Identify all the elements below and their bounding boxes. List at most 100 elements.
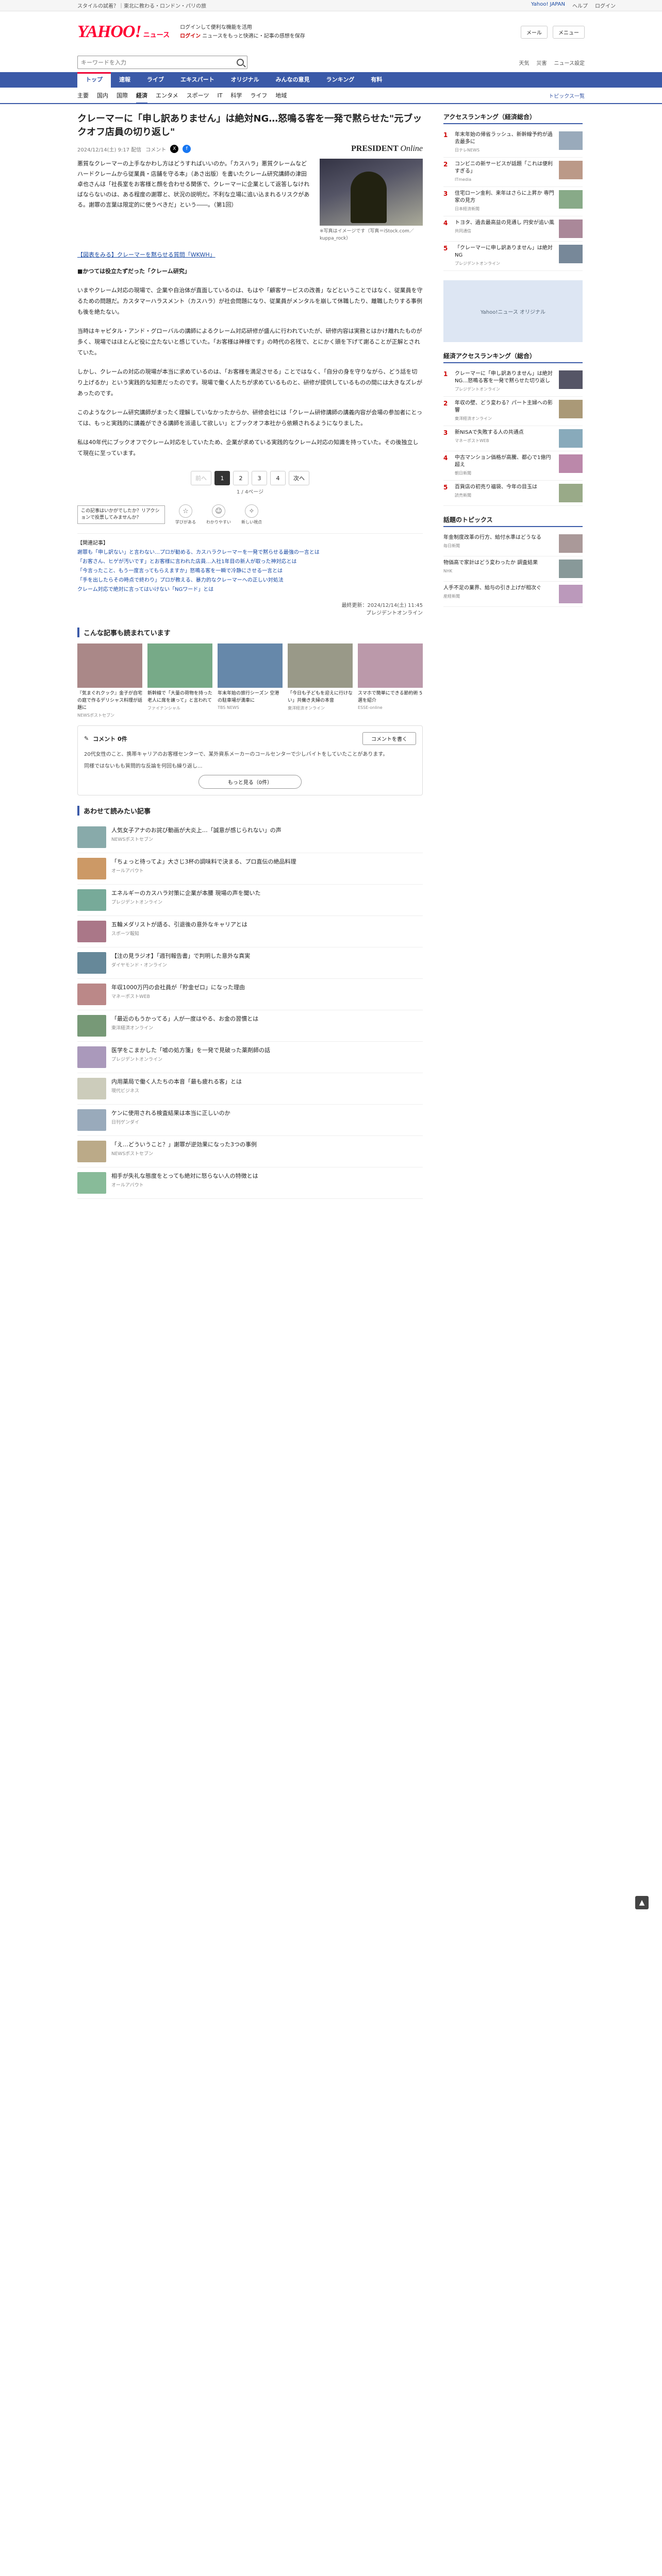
rank-thumbnail [559, 484, 583, 502]
rank-item[interactable]: 4 中古マンション価格が高騰、都心で1億円超え 朝日新聞 [443, 451, 583, 481]
list-item[interactable]: 内用薬局で働く人たちの本音「最も疲れる客」とは 現代ビジネス [77, 1073, 423, 1105]
reaction-learn[interactable]: ☆ 学びがある [175, 504, 196, 525]
list-item[interactable]: 年収1000万円の会社員が「貯金ゼロ」になった理由 マネーポストWEB [77, 979, 423, 1010]
list-title: 「最近のもうかってる」人が一度はやる、お金の習慣とは [111, 1015, 259, 1022]
recommend-card[interactable]: 新幹線で「大量の荷物を持った老人に席を譲って」と言われて ファイナンシャル [147, 643, 212, 718]
last-updated: 最終更新：2024/12/14(土) 11:45 [341, 603, 423, 608]
page-1-button[interactable]: 1 [214, 471, 230, 485]
rank-source: ITmedia [455, 177, 472, 182]
tab-economy[interactable]: 経済 [136, 91, 147, 104]
byline-source[interactable]: プレジデントオンライン [77, 608, 423, 616]
comment-link[interactable]: コメント [145, 145, 166, 153]
tab-science[interactable]: 科学 [230, 91, 242, 99]
rank-item[interactable]: 人手不足の業界、給与の引き上げが相次ぐ 産経新聞 [443, 582, 583, 607]
write-comment-button[interactable]: コメントを書く [362, 732, 416, 745]
tab-it[interactable]: IT [217, 92, 222, 99]
list-thumbnail [77, 1015, 106, 1037]
nav-original[interactable]: オリジナル [223, 72, 268, 88]
mail-button[interactable]: メール [521, 25, 548, 39]
tab-entertainment[interactable]: エンタメ [156, 91, 178, 99]
nav-top[interactable]: トップ [77, 72, 111, 88]
reaction-clear[interactable]: ☺ わかりやすい [206, 504, 231, 525]
list-item[interactable]: 「最近のもうかってる」人が一度はやる、お金の習慣とは 東洋経済オンライン [77, 1010, 423, 1042]
related-link[interactable]: 「お客さん、ヒゲが汚いです」とお客様に言われた店員…入社1年目の新人が取った神対… [77, 557, 423, 567]
topics-list-link[interactable]: トピックス一覧 [549, 92, 585, 99]
rank-item[interactable]: 1 クレーマーに「申し訳ありません」は絶対NG…怒鳴る客を一発で黙らせた切り返しプ… [443, 367, 583, 397]
page-2-button[interactable]: 2 [233, 471, 249, 485]
recommend-card[interactable]: 『気まぐれクック』金子が自宅の庭で作るデリシャス料理が話題に NEWSポストセブ… [77, 643, 142, 718]
list-source: プレジデントオンライン [111, 900, 163, 905]
related-link[interactable]: 「手を出したらその時点で終わり」プロが教える、暴力的なクレーマーへの正しい対処法 [77, 576, 423, 585]
lead-photo[interactable] [320, 159, 423, 226]
tab-international[interactable]: 国際 [117, 91, 128, 99]
page-3-button[interactable]: 3 [252, 471, 267, 485]
rank-item[interactable]: 3 新NISAで失敗する人の共通点 マネーポストWEB [443, 426, 583, 451]
nav-paid[interactable]: 有料 [362, 72, 390, 88]
share-facebook-icon[interactable]: f [183, 145, 191, 153]
reaction-new-view[interactable]: ✧ 新しい視点 [241, 504, 262, 525]
rank-item[interactable]: 4 トヨタ、過去最高益の見通し 円安が追い風 共同通信 [443, 216, 583, 242]
share-x-icon[interactable]: X [170, 145, 179, 153]
rank-title: 人手不足の業界、給与の引き上げが相次ぐ [443, 585, 541, 591]
rank-item[interactable]: 2 年収の壁、どう変わる？パート主婦への影響 東洋経済オンライン [443, 397, 583, 426]
nav-live[interactable]: ライブ [139, 72, 172, 88]
tab-sports[interactable]: スポーツ [187, 91, 209, 99]
recommend-card[interactable]: 「今日も子どもを迎えに行けない」共働き夫婦の本音 東洋経済オンライン [288, 643, 353, 718]
related-link[interactable]: クレーム対応で絶対に言ってはいけない「NGワード」とは [77, 585, 423, 595]
rank-thumbnail [559, 400, 583, 418]
list-item[interactable]: 【注の見ラジオ】「週刊報告書」で判明した意外な真実 ダイヤモンド・オンライン [77, 947, 423, 979]
list-item[interactable]: 人気女子アナのお詫び動画が大炎上…「誠意が感じられない」の声 NEWSポストセブン [77, 822, 423, 853]
more-comments-button[interactable]: もっと見る（0件） [198, 775, 302, 789]
list-item[interactable]: エネルギーのカスハラ対策に企業が本腰 現場の声を聞いた プレジデントオンライン [77, 885, 423, 916]
promo-text[interactable]: スタイルの試着？｜東北に教わる・ロンドン・パリの旅 [77, 2, 531, 9]
list-item[interactable]: 五輪メダリストが語る、引退後の意外なキャリアとは スポーツ報知 [77, 916, 423, 947]
search-icon[interactable] [237, 59, 244, 66]
nav-ranking[interactable]: ランキング [318, 72, 363, 88]
related-link[interactable]: 謝罪も「申し訳ない」と言わない…プロが勧める、カスハラクレーマーを一発で黙らせる… [77, 548, 423, 557]
scroll-top-button[interactable]: ▲ [635, 1896, 649, 1909]
list-item[interactable]: 「え…どういうこと？」謝罪が逆効果になった3つの事例 NEWSポストセブン [77, 1136, 423, 1167]
list-item[interactable]: ケンに使用される検査結果は本当に正しいのか 日刊ゲンダイ [77, 1105, 423, 1136]
search-input[interactable] [81, 59, 237, 66]
disaster-link[interactable]: 災害 [537, 59, 547, 66]
recommend-card[interactable]: スマホで簡単にできる節約術 5選を紹介 ESSE-online [358, 643, 423, 718]
login-link[interactable]: ログイン [595, 2, 616, 9]
article-column: クレーマーに「申し訳ありません」は絶対NG…怒鳴る客を一発で黙らせた"元ブックオ… [77, 112, 423, 1199]
rank-item[interactable]: 物価高で家計はどう変わったか 調査結果 NHK [443, 556, 583, 582]
login-promo-link[interactable]: ログイン [180, 33, 201, 39]
reaction-label: わかりやすい [206, 520, 231, 524]
rank-item[interactable]: 5 「クレーマーに申し訳ありません」は絶対NG プレジデントオンライン [443, 242, 583, 271]
list-item[interactable]: 医学をこまかした「嘘の処方箋」を一発で見破った薬剤師の話 プレジデントオンライン [77, 1042, 423, 1073]
news-settings-link[interactable]: ニュース設定 [554, 59, 585, 66]
tab-life[interactable]: ライフ [250, 91, 267, 99]
rank-item[interactable]: 5 百貨店の初売り福袋、今年の目玉は 読売新聞 [443, 481, 583, 506]
list-item[interactable]: 「ちょっと待ってよ」大さじ3杯の調味料で決まる、プロ直伝の絶品料理 オールアバウト [77, 853, 423, 885]
tab-main[interactable]: 主要 [77, 91, 89, 99]
list-item[interactable]: 相手が失礼な態度をとっても絶対に怒らない人の特徴とは オールアバウト [77, 1167, 423, 1199]
tab-local[interactable]: 地域 [275, 91, 287, 99]
rank-item[interactable]: 年金制度改革の行方、給付水準はどうなる 毎日新聞 [443, 531, 583, 556]
source-logo[interactable]: PRESIDENT Online [351, 144, 423, 154]
rank-title: 百貨店の初売り福袋、今年の目玉は [455, 484, 537, 490]
card-thumbnail [218, 643, 283, 688]
weather-link[interactable]: 天気 [519, 59, 529, 66]
page-4-button[interactable]: 4 [270, 471, 286, 485]
menu-button[interactable]: メニュー [553, 25, 585, 39]
recommend-card[interactable]: 年末年始の旅行シーズン 空港の駐車場が満車に TBS NEWS [218, 643, 283, 718]
comments-header: ✎ コメント 0件 コメントを書く [84, 732, 416, 745]
nav-opinion[interactable]: みんなの意見 [268, 72, 318, 88]
rank-item[interactable]: 3 住宅ローン金利、来年はさらに上昇か 専門家の見方 日本経済新聞 [443, 187, 583, 216]
original-banner[interactable]: Yahoo!ニュース オリジナル [443, 280, 583, 342]
rank-item[interactable]: 1 年末年始の帰省ラッシュ、新幹線予約が過去最多に 日テレNEWS [443, 128, 583, 158]
yahoo-japan-link[interactable]: Yahoo! JAPAN [531, 2, 565, 9]
prev-page-button[interactable]: 前へ [191, 471, 211, 485]
related-link[interactable]: 「今言ったこと、もう一度言ってもらえますか」怒鳴る客を一瞬で冷静にさせる一言とは [77, 567, 423, 576]
figure-link[interactable]: 【図表をみる】クレーマーを黙らせる質問「WKWH」 [77, 251, 216, 258]
help-link[interactable]: ヘルプ [572, 2, 588, 9]
nav-expert[interactable]: エキスパート [172, 72, 223, 88]
tab-domestic[interactable]: 国内 [97, 91, 108, 99]
next-page-button[interactable]: 次へ [289, 471, 309, 485]
rank-item[interactable]: 2 コンビニの新サービスが話題「これは便利すぎる」 ITmedia [443, 158, 583, 187]
nav-breaking[interactable]: 速報 [111, 72, 139, 88]
yahoo-news-logo[interactable]: YAHOO! ニュース [77, 22, 170, 42]
